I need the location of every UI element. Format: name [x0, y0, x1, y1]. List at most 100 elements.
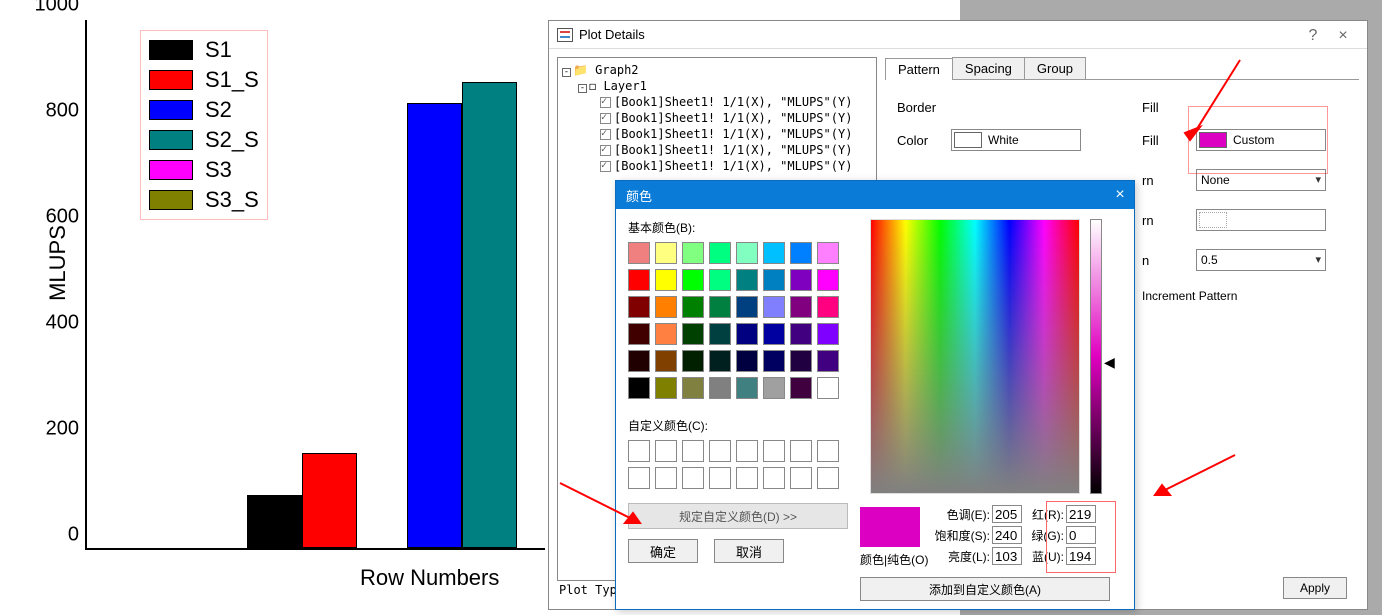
basic-color-cell[interactable] [709, 296, 731, 318]
basic-color-cell[interactable] [790, 269, 812, 291]
basic-color-cell[interactable] [763, 242, 785, 264]
custom-color-slot[interactable] [655, 440, 677, 462]
custom-color-slot[interactable] [817, 467, 839, 489]
custom-color-slot[interactable] [763, 467, 785, 489]
basic-color-cell[interactable] [763, 296, 785, 318]
pattern-width-dropdown[interactable]: 0.5 [1196, 249, 1326, 271]
basic-color-cell[interactable] [628, 350, 650, 372]
basic-color-cell[interactable] [628, 296, 650, 318]
pattern-color-picker[interactable] [1196, 209, 1326, 231]
define-custom-button[interactable]: 规定自定义颜色(D) >> [628, 503, 848, 529]
tree-item: [Book1]Sheet1! 1/1(X), "MLUPS"(Y) [614, 159, 852, 173]
close-button[interactable]: × [1329, 27, 1357, 45]
plot-details-titlebar[interactable]: Plot Details ? × [549, 21, 1367, 49]
tab-pattern[interactable]: Pattern [885, 58, 953, 80]
basic-color-cell[interactable] [655, 296, 677, 318]
basic-color-cell[interactable] [736, 377, 758, 399]
basic-color-cell[interactable] [736, 242, 758, 264]
legend-swatch [149, 190, 193, 210]
custom-color-slot[interactable] [655, 467, 677, 489]
tab-spacing[interactable]: Spacing [952, 57, 1025, 79]
basic-color-cell[interactable] [817, 323, 839, 345]
pattern-color-label: rn [1142, 213, 1190, 228]
basic-color-cell[interactable] [682, 377, 704, 399]
chart-container: MLUPS Row Numbers 0 200 400 600 800 1000… [0, 0, 545, 615]
bar-s2s [462, 82, 517, 548]
basic-color-cell[interactable] [790, 377, 812, 399]
app-icon [557, 28, 573, 42]
legend-item: S3 [145, 155, 263, 185]
add-to-custom-button[interactable]: 添加到自定义颜色(A) [860, 577, 1110, 601]
basic-color-cell[interactable] [763, 377, 785, 399]
basic-color-cell[interactable] [682, 296, 704, 318]
legend-swatch [149, 130, 193, 150]
ok-button[interactable]: 确定 [628, 539, 698, 563]
border-color-picker[interactable]: White [951, 129, 1081, 151]
basic-color-cell[interactable] [709, 323, 731, 345]
basic-color-cell[interactable] [655, 350, 677, 372]
custom-color-slot[interactable] [763, 440, 785, 462]
basic-color-cell[interactable] [709, 242, 731, 264]
tab-group[interactable]: Group [1024, 57, 1086, 79]
basic-color-cell[interactable] [736, 350, 758, 372]
basic-color-cell[interactable] [655, 242, 677, 264]
basic-color-cell[interactable] [709, 269, 731, 291]
basic-color-cell[interactable] [655, 377, 677, 399]
basic-color-cell[interactable] [790, 296, 812, 318]
tabs: Pattern Spacing Group [885, 57, 1359, 80]
basic-color-cell[interactable] [736, 269, 758, 291]
basic-color-cell[interactable] [790, 323, 812, 345]
y-tick: 0 [68, 524, 87, 547]
custom-color-slot[interactable] [682, 440, 704, 462]
basic-color-cell[interactable] [655, 323, 677, 345]
basic-color-cell[interactable] [736, 296, 758, 318]
basic-color-cell[interactable] [736, 323, 758, 345]
custom-color-slot[interactable] [628, 440, 650, 462]
basic-color-cell[interactable] [790, 242, 812, 264]
basic-color-cell[interactable] [682, 242, 704, 264]
basic-color-cell[interactable] [817, 350, 839, 372]
basic-color-cell[interactable] [817, 377, 839, 399]
basic-color-cell[interactable] [817, 269, 839, 291]
basic-color-cell[interactable] [817, 296, 839, 318]
basic-color-cell[interactable] [628, 377, 650, 399]
basic-colors-label: 基本颜色(B): [628, 219, 848, 236]
sat-input[interactable] [992, 526, 1022, 544]
help-button[interactable]: ? [1299, 27, 1327, 45]
apply-button[interactable]: Apply [1283, 577, 1347, 599]
custom-color-slot[interactable] [736, 467, 758, 489]
basic-color-cell[interactable] [628, 323, 650, 345]
custom-color-slot[interactable] [709, 440, 731, 462]
basic-color-cell[interactable] [682, 350, 704, 372]
cancel-button[interactable]: 取消 [714, 539, 784, 563]
custom-color-slot[interactable] [790, 467, 812, 489]
close-icon[interactable]: × [1106, 181, 1134, 209]
luminance-arrow-icon[interactable]: ◀ [1104, 354, 1115, 371]
color-dialog-titlebar[interactable]: 颜色 × [616, 181, 1134, 209]
color-gradient[interactable] [870, 219, 1080, 494]
custom-color-slot[interactable] [817, 440, 839, 462]
basic-color-cell[interactable] [790, 350, 812, 372]
custom-color-slot[interactable] [790, 440, 812, 462]
basic-color-cell[interactable] [763, 323, 785, 345]
basic-color-cell[interactable] [763, 269, 785, 291]
custom-color-slot[interactable] [736, 440, 758, 462]
red-arrow-icon [1140, 450, 1240, 513]
basic-color-cell[interactable] [682, 269, 704, 291]
basic-color-cell[interactable] [709, 350, 731, 372]
color-dialog: 颜色 × 基本颜色(B): 自定义颜色(C): 规定自定义颜色(D) >> 确定… [615, 180, 1135, 610]
luminance-bar[interactable] [1090, 219, 1102, 494]
lum-input[interactable] [992, 547, 1022, 565]
basic-color-cell[interactable] [628, 269, 650, 291]
legend-item: S3_S [145, 185, 263, 215]
basic-color-cell[interactable] [655, 269, 677, 291]
custom-color-slot[interactable] [709, 467, 731, 489]
basic-color-cell[interactable] [682, 323, 704, 345]
basic-color-cell[interactable] [817, 242, 839, 264]
basic-colors-grid [628, 242, 848, 399]
basic-color-cell[interactable] [763, 350, 785, 372]
hue-input[interactable] [992, 505, 1022, 523]
custom-color-slot[interactable] [682, 467, 704, 489]
basic-color-cell[interactable] [709, 377, 731, 399]
basic-color-cell[interactable] [628, 242, 650, 264]
